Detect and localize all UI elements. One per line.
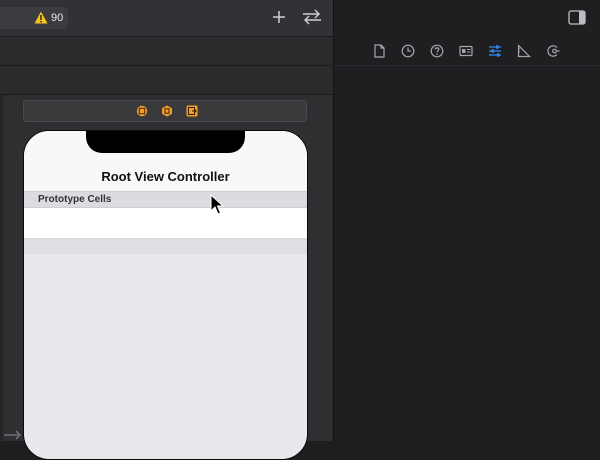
attributes-inspector-icon[interactable]: [488, 44, 502, 58]
view-controller-icon[interactable]: [136, 105, 148, 117]
navigation-title[interactable]: Root View Controller: [24, 169, 307, 184]
size-inspector-icon[interactable]: [517, 44, 531, 58]
prototype-cell[interactable]: [24, 208, 307, 239]
prototype-cells-header: Prototype Cells: [24, 192, 307, 208]
warning-icon: [34, 11, 48, 24]
add-icon[interactable]: [270, 8, 288, 26]
device-notch: [86, 131, 245, 153]
editor-jump-bar: [0, 37, 333, 96]
canvas-edge: [0, 95, 3, 441]
inspector-toggle-icon[interactable]: [568, 10, 586, 25]
iphone-scene[interactable]: Root View Controller Prototype Cells: [23, 130, 308, 460]
arrow-right-icon: [4, 430, 22, 440]
first-responder-icon[interactable]: [161, 105, 173, 117]
scene-dock: [23, 100, 307, 122]
connections-inspector-icon[interactable]: [546, 44, 560, 58]
table-section-band: [24, 239, 307, 254]
editor-area: 90 Root View Controller Prototype Cells: [0, 0, 333, 460]
prototype-cells-label: Prototype Cells: [38, 194, 112, 205]
mouse-pointer-icon: [210, 194, 224, 215]
inspector-pane: [334, 0, 600, 441]
tab-bar: 90: [0, 0, 333, 37]
issue-navigator-bar: [0, 66, 333, 152]
history-inspector-icon[interactable]: [401, 44, 415, 58]
exit-icon[interactable]: [186, 105, 198, 117]
quick-help-icon[interactable]: [430, 44, 444, 58]
swap-arrows-icon[interactable]: [300, 8, 324, 26]
issue-count: 90: [51, 12, 64, 24]
identity-inspector-icon[interactable]: [459, 44, 473, 58]
navigation-bar[interactable]: Root View Controller: [24, 131, 307, 192]
file-inspector-icon[interactable]: [372, 44, 386, 58]
